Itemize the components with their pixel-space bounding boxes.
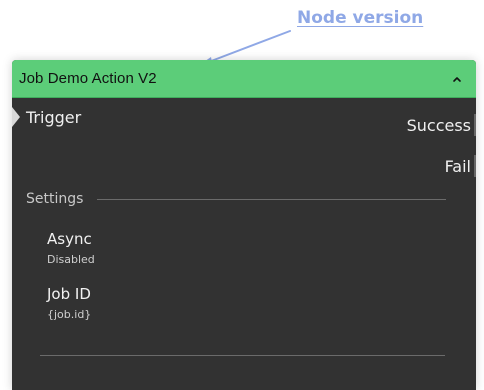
bottom-divider [40,355,445,356]
setting-name: Async [47,230,92,248]
settings-label: Settings [26,191,84,207]
node-version-annotation: Node version [297,8,424,28]
settings-divider [97,198,446,200]
setting-name: Job ID [47,285,91,303]
output-port-success[interactable]: Success [407,114,476,136]
setting-job-id[interactable]: Job ID {job.id} [47,285,91,321]
setting-value: Disabled [47,253,95,266]
output-port-handle[interactable] [474,114,476,136]
collapse-button[interactable] [447,69,467,89]
node-header[interactable]: Job Demo Action V2 [12,60,476,98]
input-port-trigger[interactable]: Trigger [12,107,81,127]
output-port-label: Success [406,115,471,135]
input-port-label: Trigger [26,107,82,127]
output-port-fail[interactable]: Fail [445,155,476,177]
workflow-node[interactable]: Job Demo Action V2 Trigger Success Fail … [12,60,476,390]
output-port-handle[interactable] [474,155,476,177]
settings-section-header: Settings [26,191,446,207]
output-port-label: Fail [444,156,471,176]
input-port-arrow-icon[interactable] [12,107,20,127]
setting-value: {job.id} [47,308,92,321]
setting-async[interactable]: Async Disabled [47,230,95,266]
chevron-up-icon [453,76,461,82]
node-title: Job Demo Action V2 [19,70,157,87]
